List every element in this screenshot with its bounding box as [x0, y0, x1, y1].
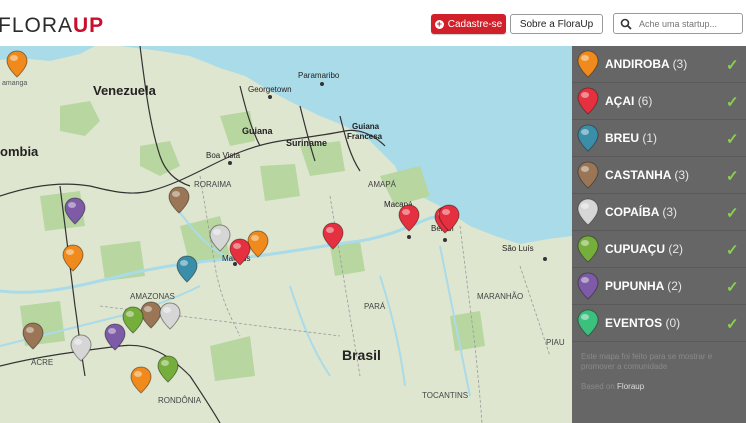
check-icon[interactable]: ✓: [726, 56, 739, 74]
plus-icon: +: [434, 18, 444, 29]
map-pin-icon: [577, 309, 599, 337]
category-label: EVENTOS (0): [605, 316, 681, 330]
map-marker[interactable]: [229, 238, 251, 266]
category-count: (3): [662, 205, 678, 219]
map-marker[interactable]: [157, 355, 179, 383]
category-label: PUPUNHA (2): [605, 279, 682, 293]
map-marker[interactable]: [70, 334, 92, 362]
map-marker[interactable]: [140, 301, 162, 329]
credit-link[interactable]: Floraup: [617, 382, 644, 391]
check-icon[interactable]: ✓: [726, 167, 739, 185]
map-marker[interactable]: [176, 255, 198, 283]
map-canvas[interactable]: Venezuela ombia Georgetown Paramaribo Gu…: [0, 46, 572, 423]
map-marker[interactable]: [130, 366, 152, 394]
map-marker[interactable]: [168, 186, 190, 214]
check-icon[interactable]: ✓: [726, 278, 739, 296]
map-marker[interactable]: [104, 323, 126, 351]
category-count: (3): [672, 57, 688, 71]
map-marker[interactable]: [209, 224, 231, 252]
map-pin-icon: [577, 124, 599, 152]
map-marker[interactable]: [159, 302, 181, 330]
map-pin-icon: [577, 198, 599, 226]
category-row[interactable]: CUPUAÇU (2) ✓: [572, 231, 746, 268]
map-marker[interactable]: [122, 306, 144, 334]
map-marker[interactable]: [322, 222, 344, 250]
category-panel: ANDIROBA (3) ✓ AÇAI (6) ✓ BREU (1) ✓ CASTANHA …: [572, 46, 746, 423]
category-count: (6): [637, 94, 653, 108]
map-pin-icon: [577, 272, 599, 300]
category-label: CASTANHA (3): [605, 168, 690, 182]
category-label: ANDIROBA (3): [605, 57, 688, 71]
search-box[interactable]: [613, 13, 743, 34]
check-icon[interactable]: ✓: [726, 315, 739, 333]
category-label: AÇAI (6): [605, 94, 653, 108]
map-markers-layer: [6, 50, 460, 394]
category-count: (1): [642, 131, 658, 145]
check-icon[interactable]: ✓: [726, 93, 739, 111]
panel-credit: Based on Floraup: [581, 382, 644, 391]
search-input[interactable]: [637, 17, 741, 30]
map-pin-icon: [577, 235, 599, 263]
panel-note: Este mapa foi feito para se mostrar e pr…: [581, 352, 713, 371]
category-row[interactable]: BREU (1) ✓: [572, 120, 746, 157]
category-row[interactable]: AÇAI (6) ✓: [572, 83, 746, 120]
category-row[interactable]: ANDIROBA (3) ✓: [572, 46, 746, 83]
search-icon: [620, 18, 632, 30]
category-row[interactable]: COPAÍBA (3) ✓: [572, 194, 746, 231]
category-row[interactable]: PUPUNHA (2) ✓: [572, 268, 746, 305]
check-icon[interactable]: ✓: [726, 241, 739, 259]
map-marker[interactable]: [64, 197, 86, 225]
category-label: BREU (1): [605, 131, 658, 145]
map-marker[interactable]: [6, 50, 28, 78]
map-pin-icon: [577, 87, 599, 115]
check-icon[interactable]: ✓: [726, 130, 739, 148]
map-marker[interactable]: [247, 230, 269, 258]
top-bar: FLORAUP + Cadastre-se Sobre a FloraUp: [0, 0, 746, 47]
map-marker[interactable]: [22, 322, 44, 350]
about-button-label: Sobre a FloraUp: [519, 18, 594, 30]
category-row[interactable]: EVENTOS (0) ✓: [572, 305, 746, 342]
map-marker[interactable]: [62, 244, 84, 272]
check-icon[interactable]: ✓: [726, 204, 739, 222]
map-marker[interactable]: [398, 204, 420, 232]
category-label: COPAÍBA (3): [605, 205, 678, 219]
credit-prefix: Based on: [581, 382, 615, 391]
category-count: (3): [674, 168, 690, 182]
map-pin-icon: [577, 50, 599, 78]
about-button[interactable]: Sobre a FloraUp: [510, 14, 603, 34]
logo-text-up: UP: [73, 14, 105, 37]
floraup-logo[interactable]: FLORAUP: [0, 14, 104, 38]
category-count: (2): [667, 279, 682, 293]
logo-text-flora: FLORA: [0, 14, 74, 37]
category-label: CUPUAÇU (2): [605, 242, 684, 256]
category-count: (2): [668, 242, 684, 256]
signup-button[interactable]: + Cadastre-se: [431, 14, 506, 34]
map-pin-icon: [577, 161, 599, 189]
signup-button-label: Cadastre-se: [447, 18, 503, 30]
category-row[interactable]: CASTANHA (3) ✓: [572, 157, 746, 194]
category-count: (0): [665, 316, 681, 330]
